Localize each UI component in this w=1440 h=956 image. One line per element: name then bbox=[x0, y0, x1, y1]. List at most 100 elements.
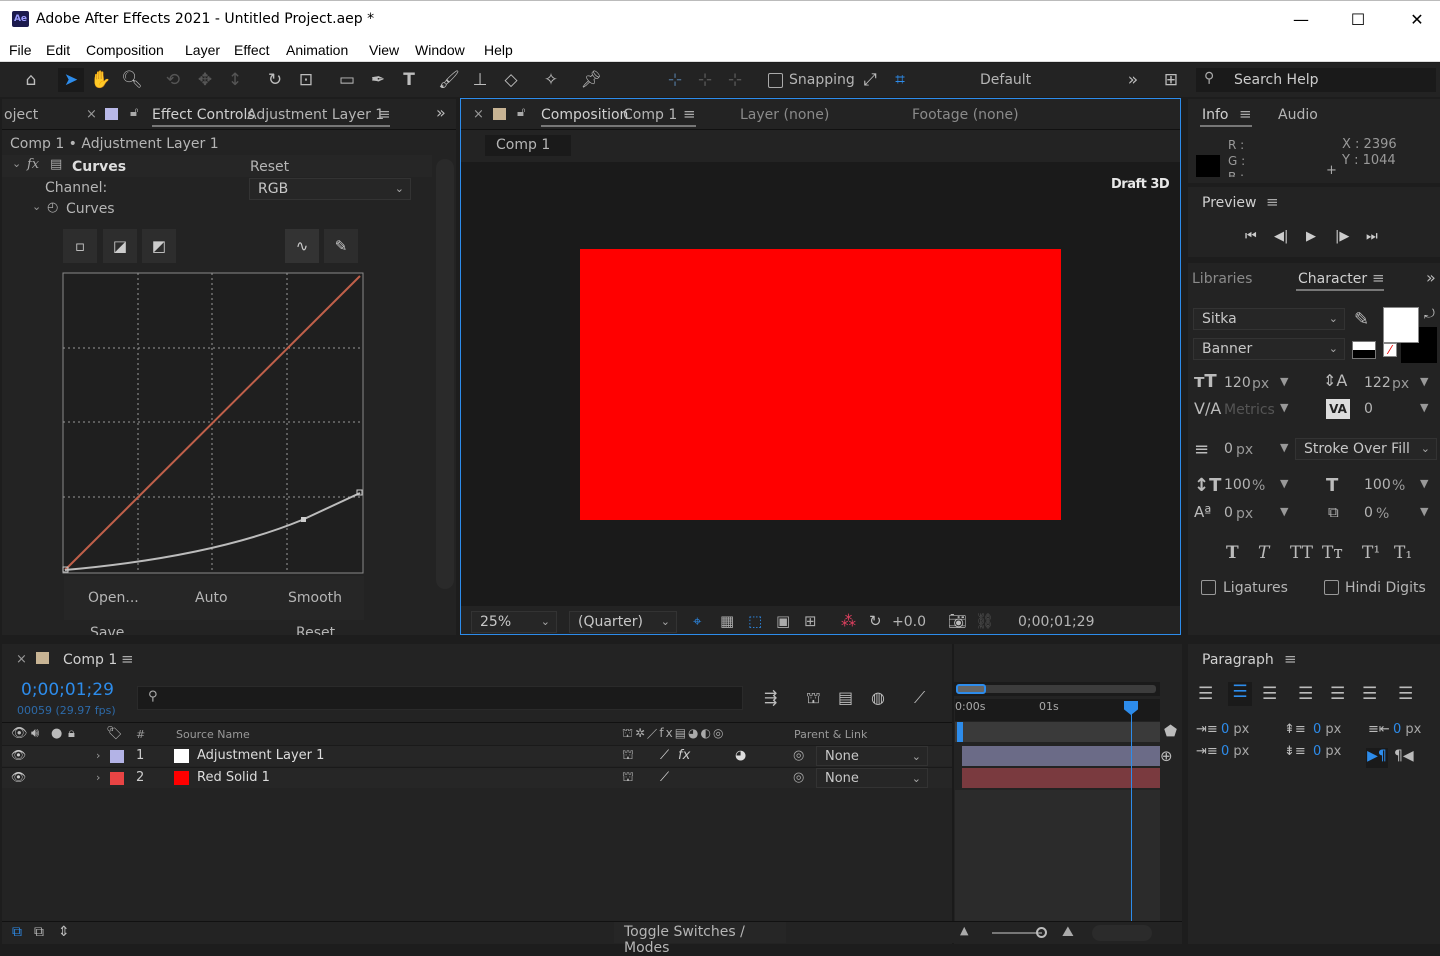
curves-graph[interactable] bbox=[62, 272, 364, 574]
comp-button-icon[interactable]: ⊕ bbox=[1160, 747, 1173, 765]
chevron-right-icon[interactable]: › bbox=[96, 749, 100, 762]
stroke-mode-dropdown[interactable]: Stroke Over Fill ⌄ bbox=[1295, 438, 1437, 460]
sync-settings-icon[interactable]: ⊞ bbox=[1158, 68, 1184, 92]
shy-layers-icon[interactable]: ⛫ bbox=[806, 688, 821, 709]
quality-switch-icon[interactable]: ⟋ bbox=[660, 748, 669, 763]
puppet-pin-icon[interactable]: 📌︎ bbox=[578, 68, 604, 92]
justify-all-icon[interactable]: ☰ bbox=[1398, 684, 1413, 704]
faux-italic-icon[interactable]: T bbox=[1258, 543, 1269, 563]
composition-tab-label[interactable]: Composition bbox=[541, 107, 628, 123]
world-axis-icon[interactable]: ⊹ bbox=[692, 68, 718, 92]
audio-tab[interactable]: Audio bbox=[1278, 107, 1318, 123]
navigator-bar[interactable] bbox=[956, 685, 1156, 693]
tracking-value[interactable]: 0 bbox=[1364, 401, 1373, 417]
expand-panels-icon[interactable]: » bbox=[1426, 268, 1436, 287]
curve-small-icon[interactable]: ▫ bbox=[63, 229, 97, 263]
align-right-icon[interactable]: ☰ bbox=[1262, 684, 1277, 704]
faux-bold-icon[interactable]: T bbox=[1226, 543, 1239, 563]
dolly-camera-icon[interactable]: ↕ bbox=[222, 68, 248, 92]
small-caps-icon[interactable]: Tт bbox=[1322, 543, 1343, 563]
snap-feature-icon[interactable]: ⤢ bbox=[857, 68, 883, 92]
menu-view[interactable]: View bbox=[369, 42, 399, 58]
close-tab-icon[interactable]: × bbox=[16, 652, 27, 667]
reset-exposure-icon[interactable]: ↻ bbox=[869, 612, 882, 630]
panel-menu-icon[interactable]: ≡ bbox=[1266, 193, 1279, 211]
motion-blur-icon[interactable]: ◍ bbox=[871, 688, 885, 707]
all-caps-icon[interactable]: TT bbox=[1290, 543, 1313, 563]
snapshot-camera-icon[interactable]: 📷︎ bbox=[948, 612, 967, 630]
close-tab-icon[interactable]: × bbox=[473, 107, 484, 122]
minimize-button[interactable]: — bbox=[1278, 7, 1324, 33]
video-switch-icon[interactable]: 👁︎ bbox=[11, 726, 28, 741]
layer-switches-icon[interactable]: ⧉ bbox=[12, 924, 22, 940]
menu-effect[interactable]: Effect bbox=[234, 42, 270, 58]
parent-dropdown[interactable]: None ⌄ bbox=[816, 768, 928, 788]
pick-whip-icon[interactable]: ◎ bbox=[793, 770, 804, 785]
close-button[interactable]: ✕ bbox=[1394, 7, 1440, 33]
search-help-field[interactable]: ⚲ Search Help bbox=[1196, 68, 1436, 92]
eye-icon[interactable]: 👁︎ bbox=[11, 770, 26, 784]
rotate-tool-icon[interactable]: ↻ bbox=[262, 68, 288, 92]
menu-edit[interactable]: Edit bbox=[46, 42, 70, 58]
type-tool-icon[interactable]: T bbox=[396, 68, 422, 92]
shy-switch-icon[interactable]: ⛫ bbox=[622, 748, 634, 765]
chevron-down-icon[interactable]: ▼ bbox=[1280, 375, 1288, 388]
curve-medium-icon[interactable]: ◪ bbox=[103, 229, 137, 263]
adjustment-switch-icon[interactable]: ◕ bbox=[735, 748, 746, 763]
panel-menu-icon[interactable]: ≡ bbox=[1284, 650, 1297, 668]
timeline-scroll[interactable] bbox=[1092, 925, 1152, 941]
effect-switch-icon[interactable]: fx bbox=[678, 748, 690, 763]
chevron-down-icon[interactable]: ▼ bbox=[1420, 401, 1428, 414]
previous-frame-icon[interactable]: ◀| bbox=[1274, 229, 1288, 244]
channels-icon[interactable]: ⁂ bbox=[841, 612, 856, 630]
menu-window[interactable]: Window bbox=[415, 42, 465, 58]
show-snapshot-icon[interactable]: ⛓ bbox=[975, 612, 994, 630]
view-axis-icon[interactable]: ⊹ bbox=[722, 68, 748, 92]
chevron-down-icon[interactable]: ▼ bbox=[1280, 505, 1288, 518]
solo-switch-icon[interactable]: ● bbox=[51, 726, 62, 741]
local-axis-icon[interactable]: ⊹ bbox=[662, 68, 688, 92]
composition-flowchart-icon[interactable]: ⇶ bbox=[764, 688, 777, 707]
table-row[interactable]: 👁︎ › 2 Red Solid 1 ⛫ ⟋ ◎ None ⌄ bbox=[2, 767, 952, 788]
pan-camera-icon[interactable]: ✥ bbox=[192, 68, 218, 92]
tsume-value[interactable]: 0 bbox=[1364, 505, 1373, 521]
space-after-field[interactable]: 0 px bbox=[1313, 744, 1341, 759]
character-tab[interactable]: Character bbox=[1298, 271, 1367, 287]
red-solid-layer[interactable] bbox=[580, 249, 1061, 520]
snapping-checkbox[interactable] bbox=[768, 73, 783, 88]
vertical-scale-value[interactable]: 100 bbox=[1224, 477, 1251, 493]
zoom-out-icon[interactable]: ▲ bbox=[960, 924, 968, 937]
footage-tab[interactable]: Footage (none) bbox=[912, 107, 1019, 123]
stopwatch-icon[interactable]: ◴ bbox=[47, 200, 58, 215]
next-frame-icon[interactable]: |▶ bbox=[1335, 229, 1349, 244]
expand-panels-icon[interactable]: » bbox=[436, 103, 446, 122]
pen-tool-icon[interactable]: ✒ bbox=[365, 68, 391, 92]
layer-name[interactable]: Red Solid 1 bbox=[197, 770, 270, 785]
reset-link[interactable]: Reset bbox=[250, 159, 289, 175]
ltr-direction-icon[interactable]: ▶¶ bbox=[1366, 748, 1388, 768]
indent-right-field[interactable]: 0 px bbox=[1393, 722, 1421, 737]
time-navigator[interactable] bbox=[954, 682, 1160, 696]
frame-blending-icon[interactable]: ▤ bbox=[838, 688, 853, 707]
justify-center-icon[interactable]: ☰ bbox=[1330, 684, 1345, 704]
swap-colors-icon[interactable]: ⤾ bbox=[1424, 307, 1435, 322]
layer-tab[interactable]: Layer (none) bbox=[740, 107, 829, 123]
menu-composition[interactable]: Composition bbox=[86, 42, 164, 58]
grid-guides-icon[interactable]: ⊞ bbox=[804, 612, 817, 630]
clone-stamp-icon[interactable]: ⊥ bbox=[467, 68, 493, 92]
more-workspaces-icon[interactable]: » bbox=[1120, 68, 1146, 92]
transparency-grid-icon[interactable]: ▦ bbox=[720, 612, 734, 630]
effect-name[interactable]: Curves bbox=[72, 159, 126, 175]
work-area-start[interactable] bbox=[957, 722, 963, 742]
chevron-right-icon[interactable]: › bbox=[96, 771, 100, 784]
parent-dropdown[interactable]: None ⌄ bbox=[816, 746, 928, 766]
last-frame-icon[interactable]: ⏭ bbox=[1366, 229, 1378, 244]
save-button[interactable]: Save bbox=[90, 625, 124, 635]
region-of-interest-icon[interactable]: ▣ bbox=[776, 612, 790, 630]
brush-tool-icon[interactable]: 🖌︎ bbox=[436, 68, 462, 92]
panel-menu-icon[interactable]: ≡ bbox=[683, 105, 696, 123]
bezier-curve-icon[interactable]: ∿ bbox=[285, 229, 319, 263]
no-fill-icon[interactable]: ⁄ bbox=[1383, 343, 1397, 357]
eye-icon[interactable]: 👁︎ bbox=[11, 748, 26, 762]
shy-switch-icon[interactable]: ⛫ bbox=[622, 770, 634, 787]
